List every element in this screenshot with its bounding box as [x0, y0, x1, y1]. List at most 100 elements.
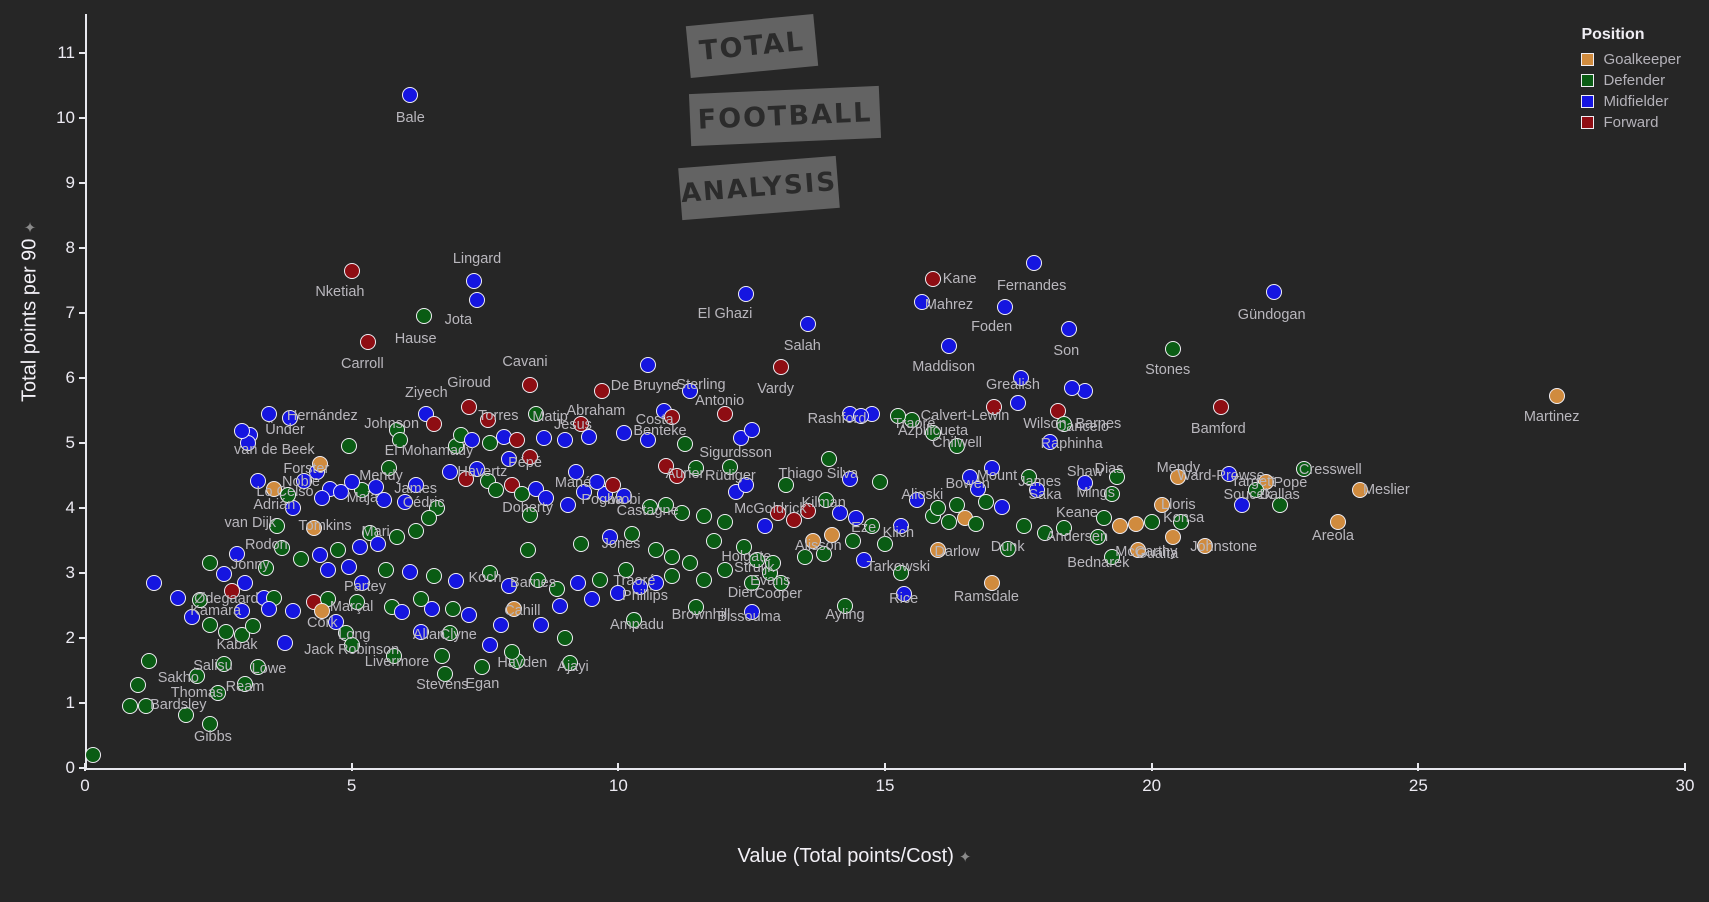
- data-point[interactable]: [274, 540, 291, 557]
- data-point[interactable]: [893, 518, 909, 535]
- data-point[interactable]: [234, 602, 251, 619]
- data-point[interactable]: [522, 449, 539, 466]
- data-point[interactable]: [1271, 496, 1288, 513]
- data-point[interactable]: [343, 636, 360, 653]
- data-point[interactable]: [407, 522, 424, 539]
- data-point[interactable]: [765, 555, 781, 572]
- data-point[interactable]: [202, 716, 219, 733]
- data-point[interactable]: [527, 405, 544, 422]
- data-point[interactable]: [1165, 529, 1181, 546]
- data-point[interactable]: [170, 589, 187, 606]
- data-point[interactable]: [237, 675, 253, 692]
- data-point[interactable]: [1095, 509, 1112, 526]
- pin-icon[interactable]: ✦: [21, 221, 39, 234]
- data-point[interactable]: [1015, 518, 1032, 535]
- data-point[interactable]: [717, 514, 733, 531]
- data-point[interactable]: [1109, 469, 1125, 486]
- data-point[interactable]: [639, 431, 656, 448]
- data-point[interactable]: [122, 698, 139, 715]
- legend-item-midfielder[interactable]: Midfielder: [1581, 93, 1681, 110]
- data-point[interactable]: [1549, 387, 1565, 404]
- data-point[interactable]: [1234, 496, 1251, 513]
- data-point[interactable]: [618, 561, 635, 578]
- data-point[interactable]: [890, 407, 907, 424]
- data-point[interactable]: [949, 438, 965, 455]
- data-point[interactable]: [215, 566, 232, 583]
- data-point[interactable]: [311, 546, 328, 563]
- data-point[interactable]: [493, 617, 509, 633]
- data-point[interactable]: [895, 585, 912, 602]
- data-point[interactable]: [1026, 254, 1043, 271]
- data-point[interactable]: [1090, 529, 1107, 546]
- data-point[interactable]: [615, 425, 632, 442]
- data-point[interactable]: [1103, 548, 1120, 565]
- legend-item-defender[interactable]: Defender: [1581, 72, 1681, 89]
- data-point[interactable]: [442, 624, 459, 641]
- data-point[interactable]: [815, 545, 832, 562]
- data-point[interactable]: [562, 654, 579, 671]
- data-point[interactable]: [306, 519, 323, 536]
- data-point[interactable]: [1077, 475, 1093, 492]
- data-point[interactable]: [141, 652, 157, 669]
- data-point[interactable]: [845, 532, 861, 549]
- data-point[interactable]: [1165, 340, 1181, 357]
- data-point[interactable]: [823, 527, 840, 544]
- data-point[interactable]: [847, 509, 864, 526]
- data-point[interactable]: [341, 558, 357, 575]
- data-point[interactable]: [591, 571, 608, 588]
- data-point[interactable]: [138, 698, 155, 715]
- data-point[interactable]: [130, 676, 147, 693]
- data-point[interactable]: [343, 474, 360, 490]
- data-point[interactable]: [189, 667, 205, 684]
- data-point[interactable]: [930, 542, 947, 559]
- data-point[interactable]: [949, 496, 965, 513]
- data-point[interactable]: [354, 574, 371, 591]
- data-point[interactable]: [311, 455, 328, 472]
- data-point[interactable]: [706, 532, 723, 549]
- data-point[interactable]: [535, 429, 552, 446]
- data-point[interactable]: [215, 656, 232, 672]
- data-point[interactable]: [482, 565, 499, 581]
- data-point[interactable]: [805, 532, 821, 549]
- data-point[interactable]: [519, 542, 536, 559]
- data-point[interactable]: [397, 493, 413, 510]
- data-point[interactable]: [506, 600, 523, 617]
- data-point[interactable]: [442, 464, 459, 481]
- data-point[interactable]: [509, 431, 525, 448]
- data-point[interactable]: [837, 597, 853, 614]
- data-point[interactable]: [381, 459, 397, 476]
- data-point[interactable]: [551, 597, 568, 614]
- data-point[interactable]: [687, 459, 704, 476]
- data-point[interactable]: [282, 410, 299, 427]
- data-point[interactable]: [1127, 516, 1144, 533]
- data-point[interactable]: [631, 579, 648, 596]
- data-point[interactable]: [463, 431, 480, 448]
- data-point[interactable]: [663, 568, 680, 585]
- data-point[interactable]: [1111, 518, 1128, 535]
- data-point[interactable]: [415, 308, 432, 325]
- data-point[interactable]: [773, 358, 789, 375]
- data-point[interactable]: [378, 561, 395, 578]
- data-point[interactable]: [818, 491, 835, 508]
- data-point[interactable]: [351, 539, 368, 555]
- data-point[interactable]: [871, 474, 888, 490]
- data-point[interactable]: [234, 423, 251, 440]
- data-point[interactable]: [530, 571, 547, 588]
- data-point[interactable]: [842, 470, 859, 487]
- data-point[interactable]: [1221, 466, 1237, 483]
- data-point[interactable]: [349, 594, 365, 611]
- data-point[interactable]: [258, 559, 275, 576]
- data-point[interactable]: [269, 518, 285, 535]
- data-point[interactable]: [735, 539, 752, 555]
- data-point[interactable]: [223, 583, 240, 600]
- data-point[interactable]: [1055, 415, 1072, 432]
- data-point[interactable]: [1042, 433, 1059, 450]
- data-point[interactable]: [682, 383, 699, 399]
- data-point[interactable]: [426, 568, 443, 585]
- data-point[interactable]: [610, 584, 627, 601]
- data-point[interactable]: [503, 644, 520, 661]
- data-point[interactable]: [978, 493, 995, 510]
- data-point[interactable]: [1170, 468, 1187, 485]
- data-point[interactable]: [277, 635, 293, 652]
- data-point[interactable]: [770, 505, 787, 522]
